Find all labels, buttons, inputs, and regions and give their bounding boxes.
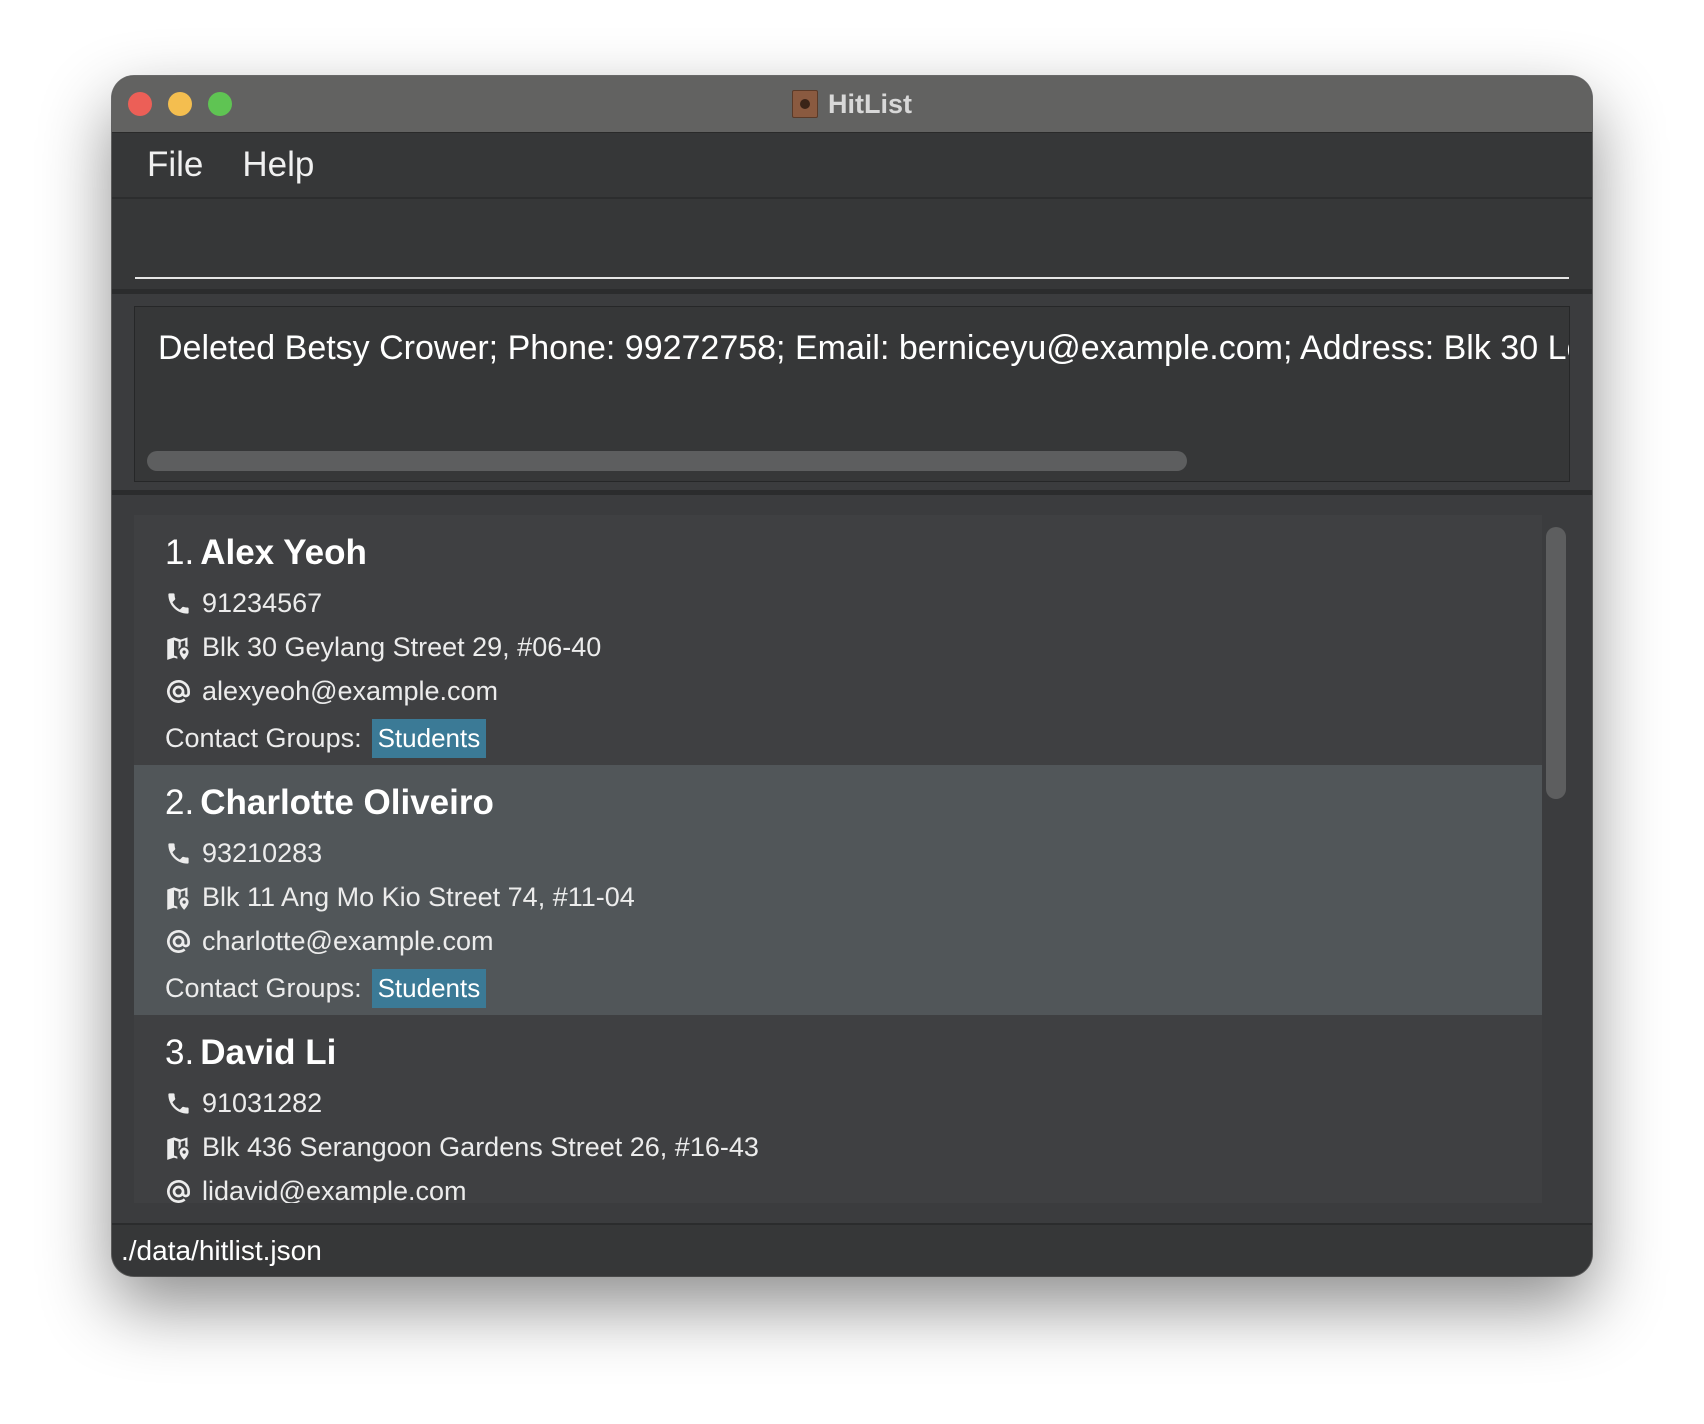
- person-groups-row: Contact Groups: Students: [165, 713, 1542, 763]
- person-index: 2.: [165, 783, 195, 822]
- map-icon: [165, 634, 192, 661]
- phone-icon: [165, 840, 192, 867]
- at-icon: [165, 1178, 192, 1204]
- person-card[interactable]: 2. Charlotte Oliveiro 93210283 Blk 11 An…: [134, 765, 1542, 1015]
- contact-groups-label: Contact Groups:: [165, 972, 362, 1003]
- person-name: Alex Yeoh: [200, 533, 367, 572]
- menu-help[interactable]: Help: [242, 145, 314, 185]
- status-bar: ./data/hitlist.json: [112, 1223, 1592, 1276]
- person-address: Blk 436 Serangoon Gardens Street 26, #16…: [202, 1131, 759, 1162]
- group-tag: Students: [371, 718, 487, 758]
- person-name: David Li: [200, 1033, 337, 1072]
- person-phone-row: 93210283: [165, 831, 1542, 875]
- data-file-path: ./data/hitlist.json: [121, 1235, 322, 1266]
- result-text: Deleted Betsy Crower; Phone: 99272758; E…: [158, 329, 1570, 367]
- result-display: Deleted Betsy Crower; Phone: 99272758; E…: [134, 306, 1570, 482]
- person-index: 3.: [165, 1033, 195, 1072]
- person-name: Charlotte Oliveiro: [200, 783, 494, 822]
- person-address: Blk 11 Ang Mo Kio Street 74, #11-04: [202, 881, 635, 912]
- menu-file[interactable]: File: [147, 145, 203, 185]
- phone-icon: [165, 590, 192, 617]
- person-email-row: lidavid@example.com: [165, 1169, 1542, 1203]
- person-header: 1. Alex Yeoh: [165, 525, 1542, 581]
- person-email: charlotte@example.com: [202, 925, 494, 956]
- person-address-row: Blk 436 Serangoon Gardens Street 26, #16…: [165, 1125, 1542, 1169]
- list-vertical-scrollbar[interactable]: [1546, 527, 1566, 799]
- person-email: alexyeoh@example.com: [202, 675, 499, 706]
- at-icon: [165, 678, 192, 705]
- person-header: 2. Charlotte Oliveiro: [165, 775, 1542, 831]
- result-horizontal-scrollbar[interactable]: [147, 451, 1187, 471]
- person-list: 1. Alex Yeoh 91234567 Blk 30 Geylang Str…: [134, 515, 1542, 1203]
- contact-groups-label: Contact Groups:: [165, 722, 362, 753]
- person-phone-row: 91031282: [165, 1081, 1542, 1125]
- app-icon: [792, 90, 818, 118]
- phone-icon: [165, 1090, 192, 1117]
- person-email: lidavid@example.com: [202, 1175, 467, 1204]
- divider: [112, 289, 1592, 294]
- person-email-row: charlotte@example.com: [165, 919, 1542, 963]
- title-bar: HitList: [112, 76, 1592, 133]
- person-card[interactable]: 1. Alex Yeoh 91234567 Blk 30 Geylang Str…: [134, 515, 1542, 765]
- person-address: Blk 30 Geylang Street 29, #06-40: [202, 631, 602, 662]
- app-window: HitList File Help Deleted Betsy Crower; …: [112, 76, 1592, 1276]
- group-tag: Students: [371, 968, 487, 1008]
- person-phone: 91234567: [202, 587, 323, 618]
- person-address-row: Blk 30 Geylang Street 29, #06-40: [165, 625, 1542, 669]
- person-header: 3. David Li: [165, 1025, 1542, 1081]
- command-input[interactable]: [135, 199, 1569, 279]
- map-icon: [165, 1134, 192, 1161]
- person-groups-row: Contact Groups: Students: [165, 963, 1542, 1013]
- person-phone-row: 91234567: [165, 581, 1542, 625]
- at-icon: [165, 928, 192, 955]
- person-phone: 93210283: [202, 837, 323, 868]
- person-phone: 91031282: [202, 1087, 323, 1118]
- person-email-row: alexyeoh@example.com: [165, 669, 1542, 713]
- window-title: HitList: [828, 88, 912, 119]
- menu-bar: File Help: [112, 133, 1592, 199]
- command-box: [112, 199, 1592, 289]
- person-list-panel: 1. Alex Yeoh 91234567 Blk 30 Geylang Str…: [112, 495, 1592, 1223]
- window-title-group: HitList: [112, 76, 1592, 132]
- person-index: 1.: [165, 533, 195, 572]
- map-icon: [165, 884, 192, 911]
- person-card[interactable]: 3. David Li 91031282 Blk 436 Serangoon G…: [134, 1015, 1542, 1203]
- person-address-row: Blk 11 Ang Mo Kio Street 74, #11-04: [165, 875, 1542, 919]
